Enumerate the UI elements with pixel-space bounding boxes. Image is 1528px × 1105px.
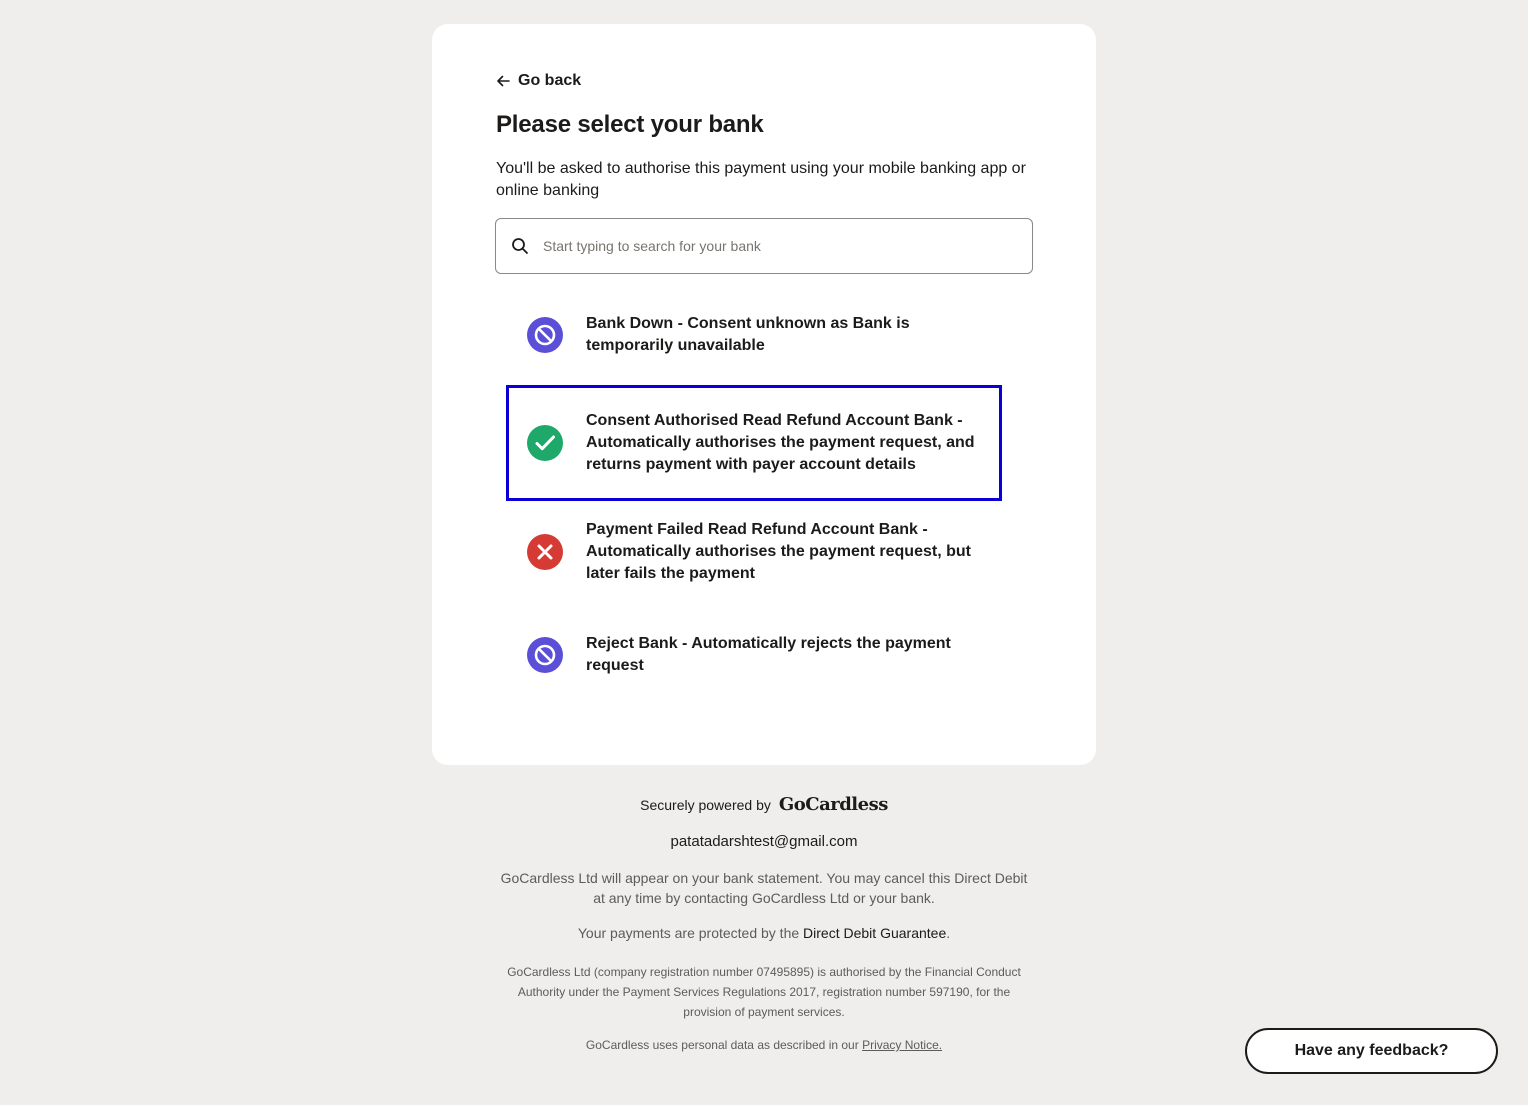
bank-option-label: Bank Down - Consent unknown as Bank is t…: [586, 315, 910, 354]
bank-option-label: Consent Authorised Read Refund Account B…: [586, 412, 975, 473]
feedback-button[interactable]: Have any feedback?: [1245, 1028, 1498, 1074]
bank-option-payment-failed[interactable]: Payment Failed Read Refund Account Bank …: [506, 504, 1002, 600]
error-x-icon: [527, 534, 563, 570]
bank-search-input[interactable]: [543, 238, 1023, 254]
protection-suffix: .: [946, 925, 951, 941]
bank-selection-card: Go back Please select your bank You'll b…: [432, 24, 1096, 765]
payer-email: patatadarshtest@gmail.com: [670, 833, 858, 850]
go-back-label: Go back: [518, 72, 582, 89]
bank-search-box[interactable]: [495, 218, 1033, 274]
direct-debit-guarantee-link[interactable]: Direct Debit Guarantee: [803, 925, 946, 941]
protection-notice: Your payments are protected by the Direc…: [432, 925, 1096, 941]
privacy-notice-link[interactable]: Privacy Notice.: [862, 1038, 942, 1052]
bank-option-reject[interactable]: Reject Bank - Automatically rejects the …: [506, 620, 1002, 690]
page-title: Please select your bank: [496, 111, 764, 138]
gocardless-logo: GoCardless: [778, 794, 889, 815]
go-back-link[interactable]: Go back: [496, 72, 581, 90]
blocked-icon: [527, 317, 563, 353]
check-icon: [527, 425, 563, 461]
protection-prefix: Your payments are protected by the: [577, 925, 800, 941]
page-subtitle: You'll be asked to authorise this paymen…: [496, 160, 1026, 199]
privacy-prefix: GoCardless uses personal data as describ…: [585, 1038, 859, 1052]
blocked-icon: [527, 637, 563, 673]
bank-option-bank-down[interactable]: Bank Down - Consent unknown as Bank is t…: [506, 300, 1002, 370]
statement-notice: GoCardless Ltd will appear on your bank …: [500, 870, 1028, 906]
powered-by-label: Securely powered by: [640, 796, 771, 813]
arrow-left-icon: [497, 75, 510, 87]
search-icon: [512, 238, 528, 254]
legal-notice: GoCardless Ltd (company registration num…: [507, 965, 1021, 1019]
bank-option-consent-authorised[interactable]: Consent Authorised Read Refund Account B…: [506, 385, 1002, 501]
privacy-notice: GoCardless uses personal data as describ…: [432, 1038, 1096, 1052]
bank-option-label: Reject Bank - Automatically rejects the …: [586, 635, 951, 674]
powered-by: Securely powered by GoCardless: [432, 794, 1096, 815]
bank-option-label: Payment Failed Read Refund Account Bank …: [586, 521, 971, 582]
